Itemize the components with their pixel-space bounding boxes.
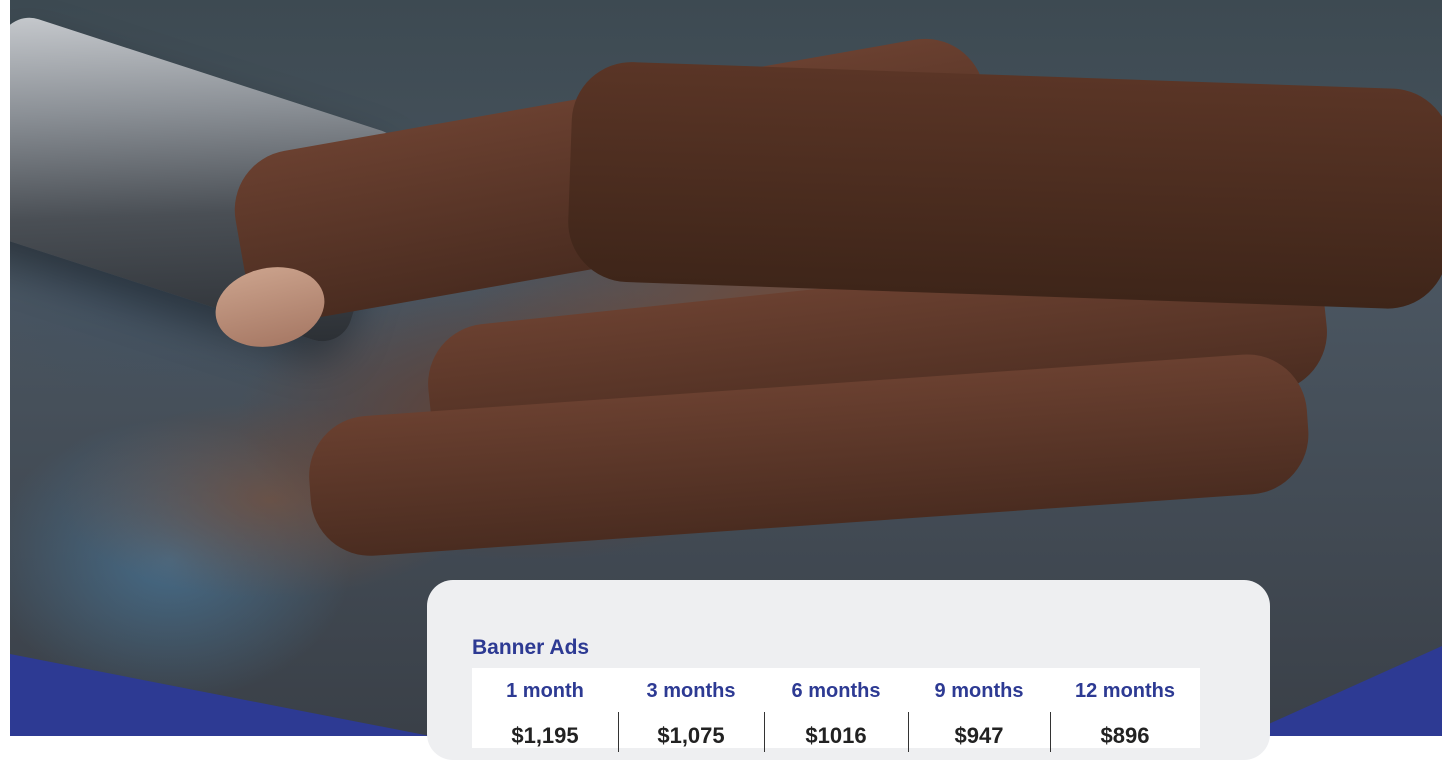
pricing-table: 1 month $1,195 3 months $1,075 6 months …: [472, 668, 1200, 752]
plan-duration: 12 months: [1074, 680, 1176, 702]
banner-ads-pricing-card: Banner Ads 1 month $1,195 3 months $1,07…: [427, 580, 1270, 760]
plan-9-months: 9 months $947: [908, 668, 1050, 752]
plan-price: $1016: [805, 723, 867, 748]
plan-duration: 1 month: [506, 680, 584, 702]
plan-price: $896: [1100, 723, 1150, 748]
plan-duration: 6 months: [791, 680, 881, 702]
finger-shape: [566, 60, 1442, 311]
plan-12-months: 12 months $896: [1050, 668, 1200, 752]
plan-price: $947: [954, 723, 1004, 748]
plan-3-months: 3 months $1,075: [618, 668, 764, 752]
plan-price: $1,195: [511, 723, 579, 748]
plan-duration: 9 months: [934, 680, 1024, 702]
plan-1-month: 1 month $1,195: [472, 668, 618, 748]
card-title: Banner Ads: [472, 636, 590, 659]
plan-duration: 3 months: [646, 680, 736, 702]
plan-price: $1,075: [657, 723, 725, 748]
plan-6-months: 6 months $1016: [764, 668, 908, 752]
